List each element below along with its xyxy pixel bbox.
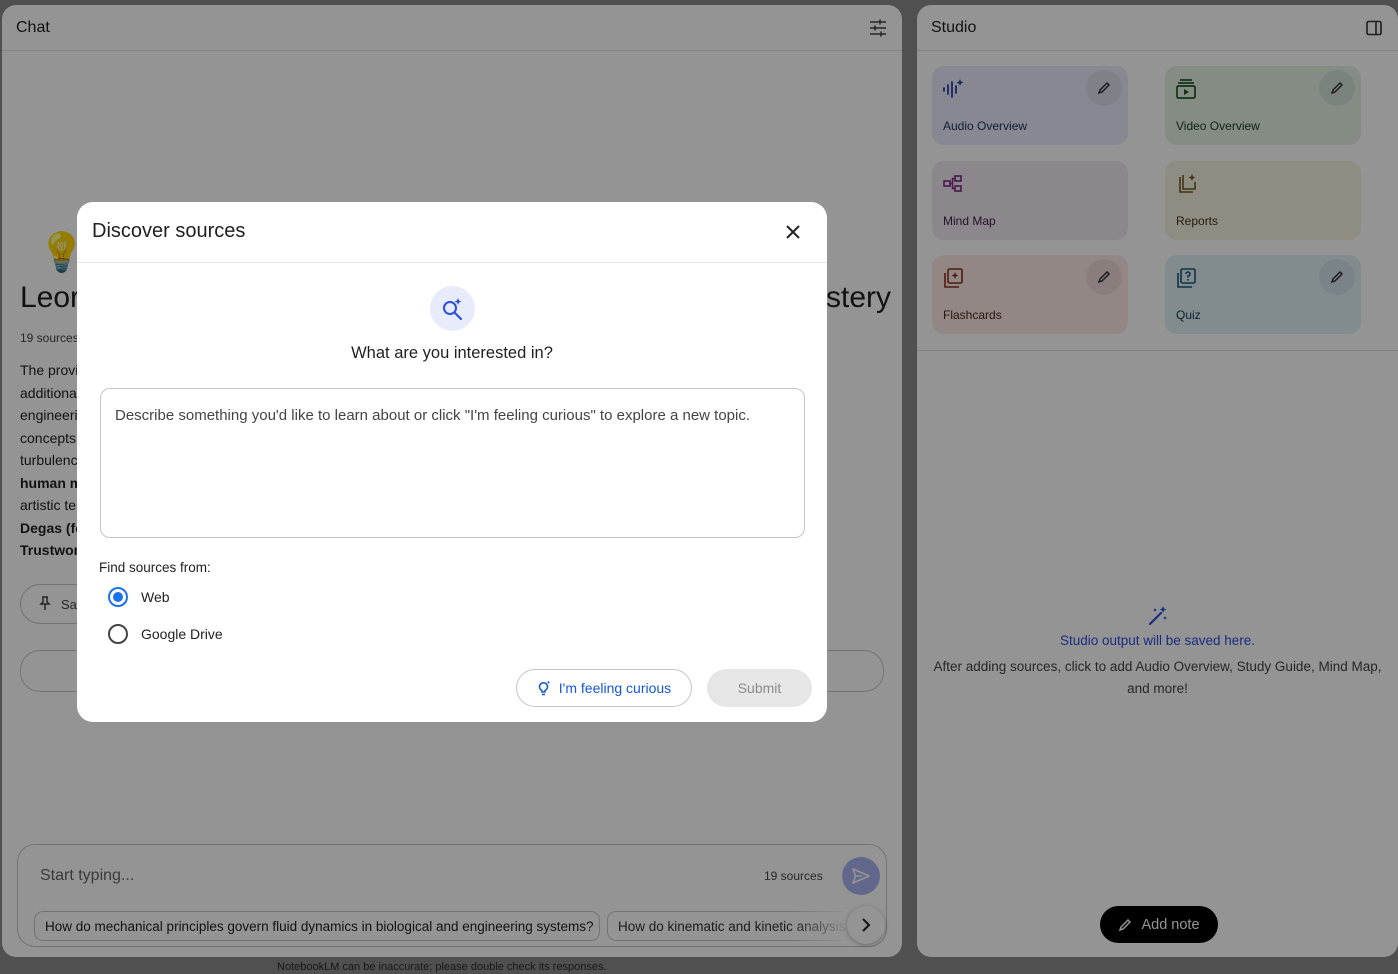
dialog-header: Discover sources bbox=[77, 202, 827, 263]
dialog-title: Discover sources bbox=[92, 220, 246, 242]
google-drive-radio-label: Google Drive bbox=[141, 626, 223, 642]
submit-button[interactable]: Submit bbox=[707, 669, 812, 707]
feeling-curious-button[interactable]: I'm feeling curious bbox=[516, 669, 692, 707]
google-drive-radio[interactable] bbox=[108, 624, 128, 644]
source-option-web[interactable]: Web bbox=[108, 587, 170, 607]
feeling-curious-label: I'm feeling curious bbox=[558, 680, 672, 696]
dialog-question: What are you interested in? bbox=[351, 344, 553, 362]
source-option-google-drive[interactable]: Google Drive bbox=[108, 624, 223, 644]
discover-badge bbox=[430, 286, 475, 331]
topic-textarea[interactable]: Describe something you'd like to learn a… bbox=[100, 388, 805, 538]
lightbulb-sparkle-icon bbox=[538, 680, 551, 696]
discover-sources-dialog: Discover sources What are you interested… bbox=[77, 202, 827, 722]
close-icon bbox=[786, 225, 800, 239]
close-dialog-button[interactable] bbox=[779, 218, 807, 246]
search-sparkle-icon bbox=[442, 297, 462, 320]
find-sources-label: Find sources from: bbox=[99, 560, 211, 575]
web-radio-label: Web bbox=[141, 589, 170, 605]
web-radio[interactable] bbox=[108, 587, 128, 607]
